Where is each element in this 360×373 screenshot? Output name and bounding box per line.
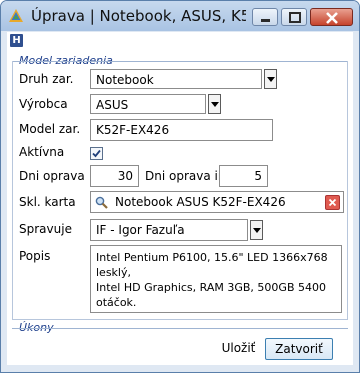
dialog-window: Úprava | Notebook, ASUS, K52F-E... H Mod… <box>0 0 360 373</box>
popis-label: Popis <box>19 249 51 263</box>
app-logo-icon <box>8 8 24 24</box>
aktivna-checkbox[interactable] <box>90 147 103 160</box>
maximize-icon <box>289 12 301 23</box>
vyrobca-label: Výrobca <box>19 97 68 111</box>
spravuje-label: Spravuje <box>19 222 72 236</box>
clear-skl-karta-button[interactable] <box>325 195 340 210</box>
skl-karta-label: Skl. karta <box>19 195 76 209</box>
search-icon[interactable] <box>95 196 108 209</box>
spravuje-dropdown-button[interactable] <box>250 220 263 240</box>
skl-karta-field[interactable]: Notebook ASUS K52F-EX426 <box>90 191 344 213</box>
title-bar[interactable]: Úprava | Notebook, ASUS, K52F-E... <box>1 1 359 31</box>
help-badge[interactable]: H <box>10 34 23 47</box>
close-icon <box>326 12 338 24</box>
dni-oprava-input[interactable]: 30 <box>90 165 139 187</box>
checkmark-icon <box>92 149 101 158</box>
minimize-icon <box>261 19 270 22</box>
popis-textarea[interactable]: Intel Pentium P6100, 15.6" LED 1366x768 … <box>90 245 342 313</box>
vyrobca-dropdown-button[interactable] <box>208 94 221 114</box>
clear-x-icon <box>328 198 337 207</box>
section-divider-ukony <box>12 328 348 329</box>
close-button[interactable]: Zatvoriť <box>265 338 333 360</box>
window-title: Úprava | Notebook, ASUS, K52F-E... <box>31 7 246 25</box>
dni-oprava-label: Dni oprava <box>19 169 85 183</box>
minimize-button[interactable] <box>252 8 278 26</box>
spravuje-select[interactable]: IF - Igor Fazuľa <box>90 219 248 241</box>
vyrobca-select[interactable]: ASUS <box>90 94 206 114</box>
model-label: Model zar. <box>19 122 81 136</box>
save-button[interactable]: Uložiť <box>219 338 258 360</box>
close-window-button[interactable] <box>310 8 353 26</box>
dni-oprava-int-input[interactable]: 5 <box>219 165 268 187</box>
druh-dropdown-button[interactable] <box>264 69 277 89</box>
druh-select[interactable]: Notebook <box>90 69 262 89</box>
druh-label: Druh zar. <box>19 72 74 86</box>
maximize-button[interactable] <box>281 8 307 26</box>
dialog-body: H Model zariadenia Druh zar. Notebook Vý… <box>7 32 353 365</box>
model-input[interactable]: K52F-EX426 <box>90 119 273 141</box>
aktivna-label: Aktívna <box>19 145 65 159</box>
